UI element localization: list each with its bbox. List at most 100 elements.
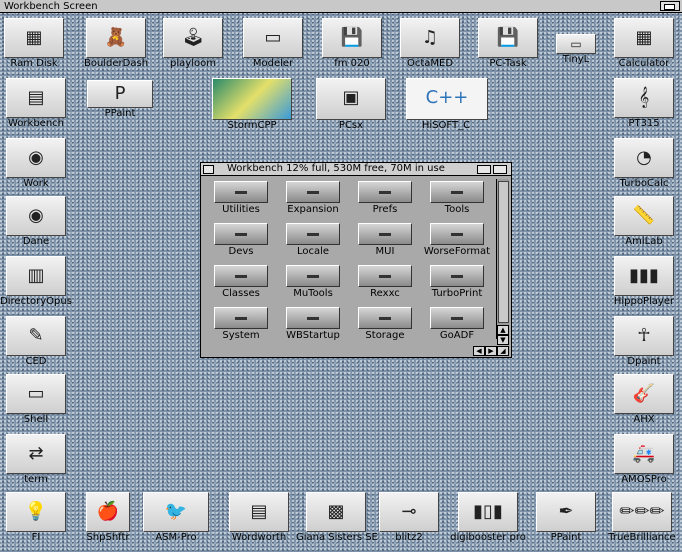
desktop-icon-ced[interactable]: ✎ CED bbox=[0, 316, 76, 367]
drawer-grid: Utilities Expansion Prefs Tools Devs Loc… bbox=[205, 179, 493, 355]
drawer-tools[interactable]: Tools bbox=[421, 181, 493, 216]
desktop-icon-wordworth[interactable]: ▤ Wordworth bbox=[219, 492, 299, 543]
drawer-icon bbox=[358, 307, 412, 329]
drawer-icon bbox=[214, 181, 268, 203]
scroll-up-arrow-icon[interactable]: ▲ bbox=[497, 325, 509, 335]
desktop-icon-octamed[interactable]: ♫ OctaMED bbox=[390, 18, 470, 69]
desktop-icon-work[interactable]: ◉ Work bbox=[0, 138, 76, 189]
zoom-gadget[interactable] bbox=[477, 165, 491, 174]
desktop-icon-giana-sisters-se[interactable]: ▩ Giana Sisters SE bbox=[296, 492, 378, 543]
drawer-rexxc[interactable]: Rexxc bbox=[349, 265, 421, 300]
drawer-icon bbox=[430, 265, 484, 287]
shell-window-icon: ▭ bbox=[6, 374, 66, 414]
depth-gadget[interactable] bbox=[493, 165, 507, 174]
drawer-icon bbox=[358, 181, 412, 203]
desktop-icon-term[interactable]: ⇄ term bbox=[0, 434, 76, 485]
screen-depth-gadget[interactable] bbox=[660, 1, 680, 11]
resize-gadget[interactable]: ◢ bbox=[497, 346, 509, 356]
scroll-right-arrow-icon[interactable]: ▶ bbox=[485, 346, 497, 356]
desktop-icon-blitz2[interactable]: ⊸ blitz2 bbox=[369, 492, 449, 543]
ruler-icon: 📏 bbox=[614, 196, 674, 236]
scroll-left-arrow-icon[interactable]: ◀ bbox=[473, 346, 485, 356]
drawer-goadf[interactable]: GoADF bbox=[421, 307, 493, 342]
drawer-locale[interactable]: Locale bbox=[277, 223, 349, 258]
drawer-turboprint[interactable]: TurboPrint bbox=[421, 265, 493, 300]
desktop-icon-ahx[interactable]: 🎸 AHX bbox=[604, 374, 682, 425]
paint-p-icon: P bbox=[87, 80, 153, 108]
desktop-icon-pcsx[interactable]: ▣ PCsx bbox=[311, 78, 391, 131]
desktop-icon-turbocalc[interactable]: ◔ TurboCalc bbox=[604, 138, 682, 189]
window-titlebar[interactable]: Workbench 12% full, 530M free, 70M in us… bbox=[201, 163, 511, 176]
drawer-storage[interactable]: Storage bbox=[349, 307, 421, 342]
drawer-icon bbox=[286, 223, 340, 245]
guitar-icon: 🎸 bbox=[614, 374, 674, 414]
desktop-icon-dane[interactable]: ◉ Dane bbox=[0, 196, 76, 247]
pharaoh-icon: ☥ bbox=[614, 316, 674, 356]
desktop-icon-amospro[interactable]: 🚑 AMOSPro bbox=[604, 434, 682, 485]
cylinders-icon: ▮▯▮ bbox=[458, 492, 518, 532]
desktop-icon-shell[interactable]: ▭ Shell bbox=[0, 374, 76, 425]
desktop-icon-dpaint[interactable]: ☥ Dpaint bbox=[604, 316, 682, 367]
workbench-disk-icon: ▤ bbox=[6, 78, 66, 118]
desktop-icon-ppaint-2[interactable]: ✒ PPaint bbox=[526, 492, 606, 543]
desktop-icon-hippoplayer[interactable]: ▮▮▮ HippoPlayer bbox=[604, 256, 682, 307]
teddy-bear-icon: 🧸 bbox=[86, 18, 146, 58]
hard-drive-icon: ◉ bbox=[6, 196, 66, 236]
drawer-icon bbox=[430, 223, 484, 245]
drawer-mui[interactable]: MUI bbox=[349, 223, 421, 258]
desktop-icon-modeler[interactable]: ▭ Modeler bbox=[233, 18, 313, 69]
desktop-icon-playloom[interactable]: 🕹 playloom bbox=[153, 18, 233, 69]
c-plus-icon: C++ bbox=[406, 78, 488, 120]
screen-titlebar: Workbench Screen bbox=[0, 0, 682, 13]
drawer-mutools[interactable]: MuTools bbox=[277, 265, 349, 300]
ambulance-icon: 🚑 bbox=[614, 434, 674, 474]
drawer-icon bbox=[214, 307, 268, 329]
desktop-icon-directoryopus[interactable]: ▥ DirectoryOpus bbox=[0, 256, 76, 307]
screen-title: Workbench Screen bbox=[4, 1, 98, 12]
window-title: Workbench 12% full, 530M free, 70M in us… bbox=[227, 163, 445, 174]
drawer-system[interactable]: System bbox=[205, 307, 277, 342]
desktop-icon-ppaint[interactable]: P PPaint bbox=[80, 80, 160, 119]
drawer-icon bbox=[214, 223, 268, 245]
drawer-classes[interactable]: Classes bbox=[205, 265, 277, 300]
desktop-icon-amilab[interactable]: 📏 AmiLab bbox=[604, 196, 682, 247]
desktop-icon-truebrilliance[interactable]: ✏✏✏ TrueBrilliance bbox=[602, 492, 682, 543]
drawer-prefs[interactable]: Prefs bbox=[349, 181, 421, 216]
drawer-worseformat[interactable]: WorseFormat bbox=[421, 223, 493, 258]
desktop-icon-asm-pro[interactable]: 🐦 ASM-Pro bbox=[136, 492, 216, 543]
calculator-icon: ▦ bbox=[614, 18, 674, 58]
cube-icon: ▩ bbox=[306, 492, 366, 532]
drawer-expansion[interactable]: Expansion bbox=[277, 181, 349, 216]
storm-icon bbox=[212, 78, 292, 120]
scrollbar-thumb[interactable] bbox=[498, 181, 509, 323]
desktop-icon-fm020[interactable]: 💾 fm 020 bbox=[312, 18, 392, 69]
vacuum-icon: ⊸ bbox=[379, 492, 439, 532]
drawer-icon bbox=[358, 265, 412, 287]
desktop-icon-stormcpp[interactable]: StormCPP bbox=[212, 78, 292, 131]
drawer-wbstartup[interactable]: WBStartup bbox=[277, 307, 349, 342]
drawer-icon bbox=[286, 265, 340, 287]
desktop-icon-calculator[interactable]: ▦ Calculator bbox=[604, 18, 682, 69]
apple-icon: 🍎 bbox=[86, 492, 130, 532]
vertical-scrollbar[interactable] bbox=[496, 179, 509, 339]
drawer-icon bbox=[214, 265, 268, 287]
desktop-icon-workbench[interactable]: ▤ Workbench bbox=[0, 78, 76, 129]
drawer-utilities[interactable]: Utilities bbox=[205, 181, 277, 216]
drawer-devs[interactable]: Devs bbox=[205, 223, 277, 258]
desktop-icon-pt315[interactable]: 𝄞 PT315 bbox=[604, 78, 682, 129]
desktop-icon-boulderdash[interactable]: 🧸 BoulderDash bbox=[76, 18, 156, 69]
scroll-down-arrow-icon[interactable]: ▼ bbox=[497, 335, 509, 345]
floppy-icon: 💾 bbox=[478, 18, 538, 58]
bird-icon: 🐦 bbox=[143, 492, 209, 532]
file-manager-icon: ▥ bbox=[6, 256, 66, 296]
desktop-icon-digibooster[interactable]: ▮▯▮ digibooster pro bbox=[448, 492, 528, 543]
workbench-window[interactable]: Workbench 12% full, 530M free, 70M in us… bbox=[200, 162, 512, 358]
desktop-icon-hisoft-c[interactable]: C++ HiSOFT_C bbox=[406, 78, 488, 131]
desktop-icon-ram-disk[interactable]: ▦ Ram Disk bbox=[0, 18, 74, 69]
lightbulb-icon: 💡 bbox=[6, 492, 66, 532]
drawer-icon bbox=[430, 307, 484, 329]
brush-icon: ✒ bbox=[536, 492, 596, 532]
drawer-icon bbox=[286, 181, 340, 203]
desktop-icon-fi[interactable]: 💡 FI bbox=[0, 492, 76, 543]
close-gadget[interactable] bbox=[203, 165, 214, 174]
